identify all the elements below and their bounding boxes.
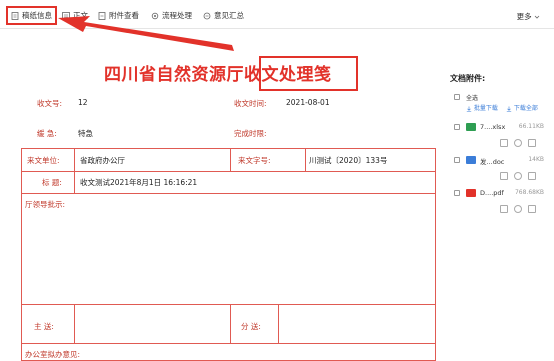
doc-no-value: 川测试〔2020〕133号 <box>309 156 388 165</box>
file-item[interactable]: 发...doc 14KB <box>466 156 544 193</box>
urgency-value: 特急 <box>78 129 93 138</box>
batch-download-link[interactable]: 批量下载 <box>466 103 498 112</box>
download-all-link[interactable]: 下载全部 <box>506 103 538 112</box>
batch-download-label: 批量下载 <box>473 105 498 112</box>
excel-file-icon <box>466 123 476 131</box>
cc-label: 分 送: <box>241 322 261 331</box>
leader-instruction-label: 厅领导批示: <box>25 200 66 209</box>
column-divider <box>230 149 231 171</box>
download-icon <box>466 106 472 112</box>
main-send-label: 主 送: <box>34 322 54 331</box>
view-icon[interactable] <box>514 205 522 213</box>
office-opinion-label: 办公室拟办意见: <box>25 350 81 359</box>
file-checkbox[interactable] <box>454 190 460 196</box>
receipt-time-label: 收文时间: <box>234 99 267 108</box>
subject-label: 标 题: <box>42 178 62 187</box>
file-size: 14KB <box>528 156 544 163</box>
download-icon[interactable] <box>528 205 536 213</box>
preview-icon[interactable] <box>500 172 508 180</box>
form-table: 来文单位: 省政府办公厅 来文字号: 川测试〔2020〕133号 标 题: 收文… <box>21 148 436 361</box>
download-all-label: 下载全部 <box>513 105 538 112</box>
file-name: 7....xlsx <box>480 123 506 131</box>
select-all-checkbox[interactable] <box>454 94 460 100</box>
doc-no-label: 来文字号: <box>238 156 271 165</box>
file-actions <box>500 139 536 147</box>
view-icon[interactable] <box>514 172 522 180</box>
attachments-title: 文档附件: <box>450 74 486 83</box>
preview-icon[interactable] <box>500 139 508 147</box>
download-icon <box>506 106 512 112</box>
file-size: 768.68KB <box>514 189 544 196</box>
word-file-icon <box>466 156 476 164</box>
receipt-no-value: 12 <box>78 98 88 107</box>
subject-value: 收文测试2021年8月1日 16:16:21 <box>80 178 198 187</box>
column-divider <box>305 149 306 171</box>
file-actions <box>500 172 536 180</box>
annotation-highlight-box <box>259 56 358 91</box>
receipt-no-label: 收文号: <box>37 99 63 108</box>
cc-field[interactable] <box>279 305 435 343</box>
row-divider <box>22 171 435 172</box>
select-all-label: 全选 <box>466 95 479 102</box>
pdf-file-icon <box>466 189 476 197</box>
row-divider <box>22 343 435 344</box>
main-send-field[interactable] <box>75 305 230 343</box>
file-name: D....pdf <box>480 189 504 197</box>
source-unit-value: 省政府办公厅 <box>80 156 125 165</box>
file-size: 66.11KB <box>518 123 544 130</box>
column-divider <box>74 149 75 193</box>
source-unit-label: 来文单位: <box>27 156 60 165</box>
download-icon[interactable] <box>528 172 536 180</box>
file-checkbox[interactable] <box>454 157 460 163</box>
deadline-label: 完成时限: <box>234 129 267 138</box>
leader-instruction-area[interactable] <box>23 211 434 303</box>
file-checkbox[interactable] <box>454 124 460 130</box>
file-item[interactable]: 7....xlsx 66.11KB <box>466 123 544 160</box>
column-divider <box>230 304 231 343</box>
row-divider <box>22 193 435 194</box>
preview-icon[interactable] <box>500 205 508 213</box>
download-icon[interactable] <box>528 139 536 147</box>
file-name: 发...doc <box>480 158 505 166</box>
urgency-label: 缓 急: <box>37 129 57 138</box>
file-actions <box>500 205 536 213</box>
view-icon[interactable] <box>514 139 522 147</box>
receipt-time-value: 2021-08-01 <box>286 98 330 107</box>
file-item[interactable]: D....pdf 768.68KB <box>466 189 544 226</box>
